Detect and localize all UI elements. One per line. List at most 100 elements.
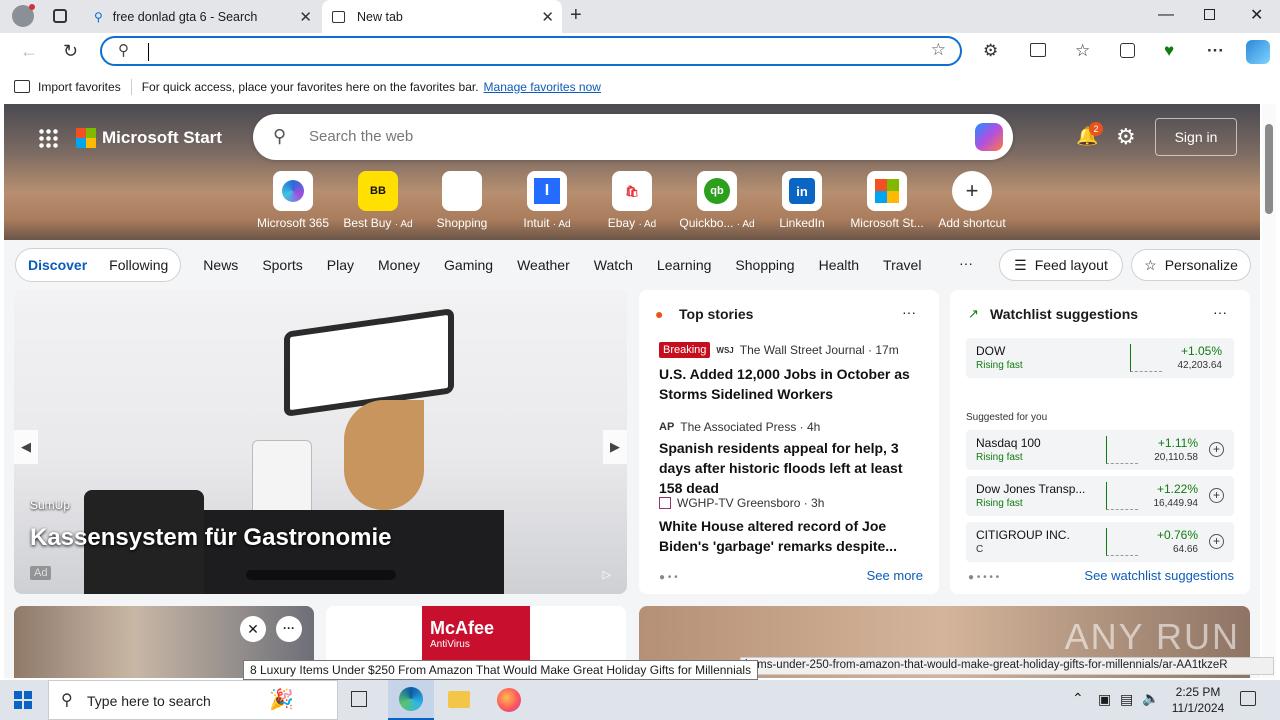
story-title[interactable]: White House altered record of Joe Biden'… <box>659 516 925 556</box>
shortcut-linkedin[interactable]: in LinkedIn <box>762 171 842 230</box>
pager-dots[interactable]: ● • • • • <box>968 572 999 583</box>
brand-name[interactable]: Microsoft Start <box>102 128 222 148</box>
settings-gear-icon[interactable]: ⚙ <box>1116 124 1136 150</box>
collections-icon[interactable] <box>1120 43 1135 58</box>
close-tab-icon[interactable]: ✕ <box>299 8 312 26</box>
pager-dots[interactable]: ● • • <box>659 572 678 583</box>
story-title[interactable]: U.S. Added 12,000 Jobs in October as Sto… <box>659 364 925 404</box>
dismiss-card-icon[interactable]: ✕ <box>240 616 266 642</box>
tab-following[interactable]: Following <box>109 257 168 273</box>
feed-layout-button[interactable]: ☰ Feed layout <box>999 249 1123 281</box>
shortcut-microsoft-store[interactable]: Microsoft St... <box>847 171 927 230</box>
add-to-watchlist-button[interactable]: + <box>1209 488 1224 503</box>
watchlist-row[interactable]: Nasdaq 100 Rising fast +1.11% 20,110.58 … <box>966 430 1234 470</box>
watchlist-more-button[interactable]: ··· <box>1213 304 1227 320</box>
shortcut-quickbooks[interactable]: qb Quickbo... · Ad <box>677 171 757 230</box>
shortcut-shopping[interactable]: 🏷 Shopping <box>422 171 502 230</box>
page-scrollbar[interactable] <box>1262 104 1276 678</box>
web-search-input[interactable]: Search the web <box>309 128 413 145</box>
task-view-icon[interactable] <box>351 691 367 707</box>
card-more-icon[interactable]: ··· <box>276 616 302 642</box>
import-favorites-button[interactable]: Import favorites <box>38 80 121 94</box>
taskbar-search-box[interactable]: ⚲ Type here to search 🎉 <box>48 680 338 720</box>
favorite-star-icon[interactable]: ☆ <box>931 40 946 60</box>
story-item[interactable]: Breaking WSJ The Wall Street Journal · 1… <box>659 342 925 404</box>
nav-play[interactable]: Play <box>327 257 354 273</box>
extensions-icon[interactable]: ⚙ <box>983 41 998 61</box>
story-title[interactable]: Spanish residents appeal for help, 3 day… <box>659 438 925 498</box>
tab-search[interactable]: ⚲ free donlad gta 6 - Search ✕ <box>84 0 320 33</box>
scrollbar-thumb[interactable] <box>1265 124 1273 214</box>
manage-favorites-link[interactable]: Manage favorites now <box>484 80 601 94</box>
story-item[interactable]: WGHP-TV Greensboro · 3h White House alte… <box>659 496 925 556</box>
web-search-box[interactable]: ⚲ Search the web <box>253 114 1013 160</box>
top-stories-more-button[interactable]: ··· <box>902 304 916 320</box>
copilot-icon[interactable] <box>1246 40 1270 64</box>
restore-icon[interactable] <box>1204 9 1215 20</box>
volume-icon[interactable]: 🔈 <box>1142 690 1159 707</box>
performance-icon[interactable]: ♥ <box>1164 41 1174 61</box>
ad-headline[interactable]: Kassensystem für Gastronomie <box>30 524 391 552</box>
address-input[interactable] <box>148 43 908 61</box>
edge-taskbar-icon[interactable] <box>388 680 434 720</box>
notification-center-icon[interactable] <box>1240 691 1256 706</box>
shortcut-microsoft-365[interactable]: Microsoft 365 <box>253 171 333 230</box>
personalize-button[interactable]: ☆ Personalize <box>1131 249 1251 281</box>
taskbar-search-input[interactable]: Type here to search <box>87 693 211 709</box>
nav-news[interactable]: News <box>203 257 238 273</box>
start-button[interactable] <box>14 691 32 709</box>
tab-discover[interactable]: Discover <box>28 257 87 273</box>
carousel-next-icon[interactable]: ▶ <box>603 430 627 464</box>
refresh-icon[interactable]: ↻ <box>63 41 78 62</box>
tray-chevron-icon[interactable]: ⌃ <box>1072 690 1084 707</box>
tab-actions-icon[interactable] <box>53 9 67 23</box>
firefox-icon[interactable] <box>497 688 521 712</box>
shortcut-best-buy[interactable]: BB Best Buy · Ad <box>338 171 418 230</box>
close-tab-icon[interactable]: ✕ <box>541 8 554 26</box>
tab-new-tab[interactable]: New tab ✕ <box>322 0 562 33</box>
carousel-dots[interactable] <box>246 570 396 580</box>
import-favorites-icon[interactable] <box>14 80 30 93</box>
favorites-icon[interactable]: ☆ <box>1075 41 1090 61</box>
settings-more-icon[interactable]: ··· <box>1207 41 1224 61</box>
address-bar[interactable]: ⚲ ☆ <box>100 36 962 66</box>
nav-learning[interactable]: Learning <box>657 257 712 273</box>
adchoices-icon[interactable]: ▷ <box>603 568 611 581</box>
clock[interactable]: 2:25 PM 11/1/2024 <box>1166 684 1230 716</box>
add-to-watchlist-button[interactable]: + <box>1209 442 1224 457</box>
watchlist-row[interactable]: Dow Jones Transp... Rising fast +1.22% 1… <box>966 476 1234 516</box>
nav-gaming[interactable]: Gaming <box>444 257 493 273</box>
nav-money[interactable]: Money <box>378 257 420 273</box>
back-icon[interactable]: ← <box>20 41 38 62</box>
watchlist-row[interactable]: CITIGROUP INC. C +0.76% 64.66 + <box>966 522 1234 562</box>
nav-shopping[interactable]: Shopping <box>735 257 794 273</box>
nav-sports[interactable]: Sports <box>262 257 302 273</box>
sign-in-button[interactable]: Sign in <box>1155 118 1237 156</box>
watchlist-heading[interactable]: Watchlist suggestions <box>990 306 1138 322</box>
add-shortcut-button[interactable]: + Add shortcut <box>932 171 1012 230</box>
ad-carousel-card[interactable]: ◀ ▶ SumUp Kassensystem für Gastronomie A… <box>14 290 627 594</box>
story-item[interactable]: AP The Associated Press · 4h Spanish res… <box>659 420 925 498</box>
split-screen-icon[interactable] <box>1030 43 1046 57</box>
see-watchlist-link[interactable]: See watchlist suggestions <box>1084 568 1234 583</box>
nav-weather[interactable]: Weather <box>517 257 570 273</box>
see-more-link[interactable]: See more <box>867 568 923 583</box>
new-tab-button[interactable]: + <box>570 4 582 27</box>
network-icon[interactable]: ▣ <box>1098 691 1111 708</box>
copilot-icon[interactable] <box>975 123 1003 151</box>
file-explorer-icon[interactable] <box>448 691 470 708</box>
add-to-watchlist-button[interactable]: + <box>1209 534 1224 549</box>
apps-grid-icon[interactable] <box>38 128 58 148</box>
nav-travel[interactable]: Travel <box>883 257 921 273</box>
minimize-icon[interactable]: — <box>1158 6 1174 24</box>
shortcut-ebay[interactable]: 🛍 Ebay · Ad <box>592 171 672 230</box>
shortcut-intuit[interactable]: I Intuit · Ad <box>507 171 587 230</box>
carousel-prev-icon[interactable]: ◀ <box>14 430 38 464</box>
watchlist-main-row[interactable]: DOW Rising fast +1.05% 42,203.64 <box>966 338 1234 378</box>
network-wired-icon[interactable]: ▤ <box>1120 691 1133 708</box>
top-stories-heading[interactable]: Top stories <box>679 306 753 322</box>
nav-health[interactable]: Health <box>819 257 859 273</box>
nav-more-button[interactable]: ··· <box>959 255 973 271</box>
close-window-icon[interactable]: ✕ <box>1250 5 1263 25</box>
nav-watch[interactable]: Watch <box>594 257 633 273</box>
